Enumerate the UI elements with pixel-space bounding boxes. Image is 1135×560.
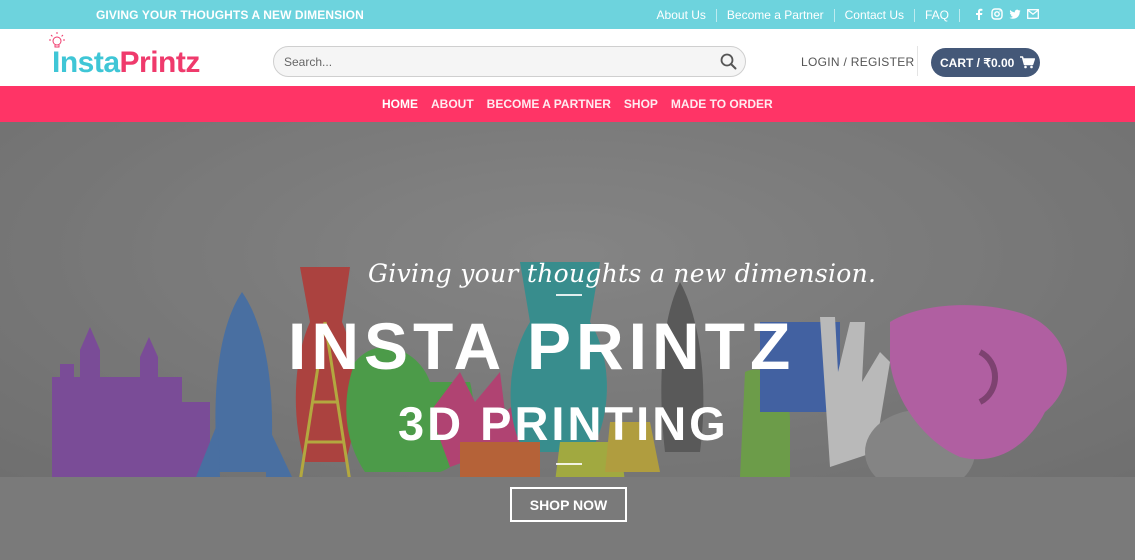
nav-item-become-partner[interactable]: BECOME A PARTNER [487, 97, 611, 111]
hero-subtitle: 3D PRINTING [398, 397, 729, 450]
search-icon[interactable] [720, 53, 737, 75]
hero-script-text: Giving your thoughts a new dimension. [368, 259, 877, 288]
about-us-link[interactable]: About Us [647, 8, 716, 22]
search-box [273, 46, 746, 77]
main-nav: HOME ABOUT BECOME A PARTNER SHOP MADE TO… [0, 86, 1135, 122]
hero-title: INSTA PRINTZ [288, 309, 796, 383]
contact-us-link[interactable]: Contact Us [835, 8, 914, 22]
top-bar: GIVING YOUR THOUGHTS A NEW DIMENSION Abo… [0, 0, 1135, 29]
hero-divider [556, 463, 582, 465]
logo-printz: Printz [119, 46, 201, 79]
cart-icon [1020, 56, 1036, 69]
logo-insta: Insta [52, 46, 120, 79]
cart-button[interactable]: CART / ₹0.00 [931, 48, 1040, 77]
link-divider [959, 8, 960, 22]
hero-banner: Giving your thoughts a new dimension. IN… [0, 122, 1135, 560]
site-header: InstaPrintz LOGIN / REGISTER CART / ₹0.0… [0, 29, 1135, 86]
nav-item-made-to-order[interactable]: MADE TO ORDER [671, 97, 773, 111]
facebook-icon[interactable] [973, 8, 985, 20]
nav-item-about[interactable]: ABOUT [431, 97, 474, 111]
cart-label: CART / ₹0.00 [940, 55, 1015, 70]
shop-now-button[interactable]: SHOP NOW [510, 487, 627, 522]
header-divider [917, 46, 918, 76]
nav-item-shop[interactable]: SHOP [624, 97, 658, 111]
faq-link[interactable]: FAQ [915, 8, 959, 22]
social-links [973, 8, 1039, 20]
top-links: About Us Become a Partner Contact Us FAQ [647, 7, 960, 23]
envelope-icon[interactable] [1027, 8, 1039, 20]
login-register-link[interactable]: LOGIN / REGISTER [801, 55, 915, 69]
nav-item-home[interactable]: HOME [382, 97, 418, 111]
search-input[interactable] [284, 53, 704, 71]
twitter-icon[interactable] [1009, 8, 1021, 20]
top-tagline: GIVING YOUR THOUGHTS A NEW DIMENSION [96, 8, 364, 22]
hero-divider [556, 294, 582, 296]
instagram-icon[interactable] [991, 8, 1003, 20]
site-logo[interactable]: InstaPrintz [52, 48, 200, 78]
become-partner-link[interactable]: Become a Partner [717, 8, 834, 22]
